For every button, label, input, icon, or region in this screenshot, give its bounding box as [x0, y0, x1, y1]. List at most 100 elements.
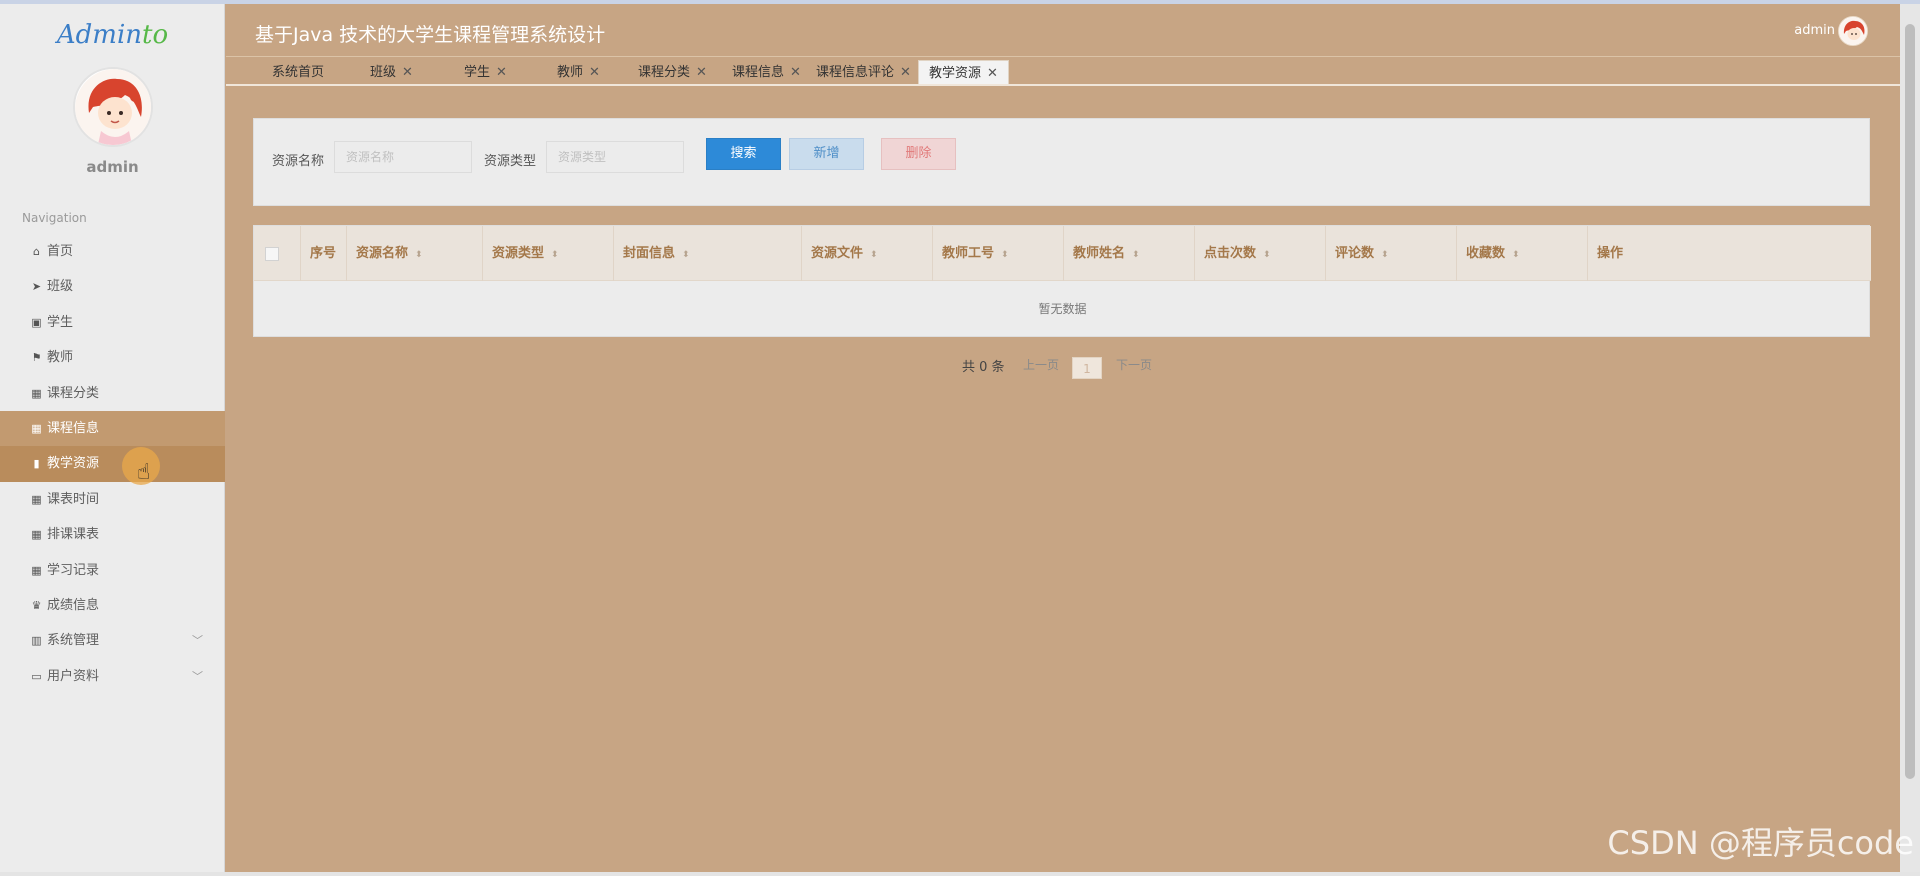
header-username[interactable]: admin	[1794, 23, 1835, 38]
next-page-button[interactable]: 下一页	[1116, 356, 1152, 373]
col-favorite-count[interactable]: 收藏数 ⬍	[1457, 226, 1588, 281]
avatar-illustration	[75, 69, 151, 145]
watermark: CSDN @程序员code	[1607, 824, 1914, 862]
app-logo[interactable]: Adminto	[0, 20, 225, 50]
tab-course-info[interactable]: 课程信息 ✕	[732, 60, 801, 86]
sidebar-item-course-category[interactable]: ▦ 课程分类	[0, 376, 225, 411]
tab-teaching-resources[interactable]: 教学资源 ✕	[918, 60, 1009, 86]
sidebar-item-schedule-time[interactable]: ▦ 课表时间	[0, 482, 225, 517]
close-icon[interactable]: ✕	[589, 65, 600, 80]
grid-icon: ▦	[31, 421, 42, 435]
window-bottom-border	[0, 872, 1920, 876]
tab-class[interactable]: 班级 ✕	[370, 60, 413, 86]
clipboard-icon: ▣	[31, 315, 42, 329]
sidebar: Adminto admin Navigation ⌂ 首页 ➤ 班级 ▣ 学生 ⚑ 教师…	[0, 4, 225, 876]
paper-plane-icon: ➤	[31, 280, 42, 294]
vertical-scrollbar[interactable]	[1900, 4, 1920, 876]
nav-section-title: Navigation	[22, 211, 87, 225]
chevron-down-icon: ﹀	[192, 634, 203, 648]
col-actions: 操作	[1597, 246, 1624, 261]
resource-name-input[interactable]	[334, 141, 472, 173]
trophy-icon: ♛	[31, 598, 42, 612]
delete-button[interactable]: 删除	[881, 138, 956, 170]
sidebar-item-label: 排课课表	[47, 527, 100, 543]
search-panel: 资源名称 资源类型 搜索 新增 删除	[253, 118, 1870, 206]
grid-icon: ▦	[31, 528, 42, 542]
grid-icon: ▦	[31, 492, 42, 506]
page-number-button[interactable]: 1	[1072, 357, 1102, 379]
add-button[interactable]: 新增	[789, 138, 864, 170]
sidebar-nav: ⌂ 首页 ➤ 班级 ▣ 学生 ⚑ 教师 ▦ 课程分类 ▦ 课程信息 ▮ 教学资源 ▦ 课表时间 …	[0, 234, 225, 694]
col-comment-count[interactable]: 评论数 ⬍	[1326, 226, 1457, 281]
pagination-total: 共 0 条	[962, 360, 1005, 375]
sidebar-item-label: 成绩信息	[47, 597, 100, 613]
sidebar-item-grades[interactable]: ♛ 成绩信息	[0, 588, 225, 623]
sidebar-item-label: 教学资源	[47, 456, 100, 472]
sidebar-item-label: 系统管理	[47, 633, 100, 649]
sort-icon[interactable]: ⬍	[1512, 250, 1520, 260]
col-teacher-name[interactable]: 教师姓名 ⬍	[1064, 226, 1195, 281]
search-button[interactable]: 搜索	[706, 138, 781, 170]
sidebar-item-study-records[interactable]: ▦ 学习记录	[0, 553, 225, 588]
resource-type-label: 资源类型	[484, 154, 537, 169]
bar-chart-icon: ▮	[33, 457, 40, 471]
sort-icon[interactable]: ⬍	[551, 250, 559, 260]
sort-icon[interactable]: ⬍	[1001, 250, 1009, 260]
home-icon: ⌂	[33, 245, 40, 258]
tab-home[interactable]: 系统首页	[272, 60, 324, 86]
col-teacher-id[interactable]: 教师工号 ⬍	[933, 226, 1064, 281]
sidebar-item-course-info[interactable]: ▦ 课程信息	[0, 410, 225, 447]
grid-icon: ▦	[31, 563, 42, 577]
tab-course-category[interactable]: 课程分类 ✕	[638, 60, 707, 86]
sort-icon[interactable]: ⬍	[1381, 250, 1389, 260]
col-resource-file[interactable]: 资源文件 ⬍	[802, 226, 933, 281]
sidebar-item-class[interactable]: ➤ 班级	[0, 269, 225, 304]
sidebar-item-teaching-resources[interactable]: ▮ 教学资源	[0, 446, 225, 482]
header-avatar[interactable]	[1838, 16, 1868, 46]
sidebar-item-user-profile[interactable]: ▭ 用户资料 ﹀	[0, 659, 225, 694]
tab-teacher[interactable]: 教师 ✕	[557, 60, 600, 86]
sidebar-item-label: 课程分类	[47, 385, 100, 401]
resource-type-input[interactable]	[546, 141, 684, 173]
sort-icon[interactable]: ⬍	[1263, 250, 1271, 260]
resource-name-label: 资源名称	[272, 154, 325, 169]
sidebar-item-timetable[interactable]: ▦ 排课课表	[0, 517, 225, 552]
page-title: 基于Java 技术的大学生课程管理系统设计	[255, 24, 606, 46]
sidebar-item-system-management[interactable]: ▥ 系统管理 ﹀	[0, 623, 225, 658]
sort-icon[interactable]: ⬍	[1132, 250, 1140, 260]
close-icon[interactable]: ✕	[402, 65, 413, 80]
avatar-illustration	[1839, 17, 1867, 45]
close-icon[interactable]: ✕	[987, 66, 998, 81]
resources-table: 序号 资源名称 ⬍ 资源类型 ⬍ 封面信息 ⬍ 资源文件 ⬍ 教师工号 ⬍ 教师姓名 ⬍ 点…	[253, 225, 1871, 337]
scrollbar-thumb[interactable]	[1905, 24, 1915, 779]
col-click-count[interactable]: 点击次数 ⬍	[1195, 226, 1326, 281]
sidebar-item-label: 班级	[47, 279, 74, 295]
select-all-checkbox[interactable]	[265, 247, 279, 261]
sidebar-item-student[interactable]: ▣ 学生	[0, 305, 225, 340]
sidebar-item-label: 用户资料	[47, 668, 100, 684]
sidebar-item-label: 首页	[47, 244, 74, 259]
tab-course-comments[interactable]: 课程信息评论 ✕	[816, 60, 911, 86]
sidebar-avatar[interactable]	[73, 67, 153, 147]
sidebar-item-teacher[interactable]: ⚑ 教师	[0, 340, 225, 375]
sort-icon[interactable]: ⬍	[682, 250, 690, 260]
sort-icon[interactable]: ⬍	[415, 250, 423, 260]
close-icon[interactable]: ✕	[900, 65, 911, 80]
col-cover-info[interactable]: 封面信息 ⬍	[614, 226, 802, 281]
hand-cursor-icon: ☝	[137, 460, 151, 485]
close-icon[interactable]: ✕	[496, 65, 507, 80]
sidebar-item-label: 教师	[47, 350, 74, 366]
sidebar-item-label: 课程信息	[47, 420, 100, 436]
id-card-icon: ▭	[31, 669, 42, 683]
select-all-cell	[254, 226, 301, 281]
sort-icon[interactable]: ⬍	[870, 250, 878, 260]
empty-state: 暂无数据	[1038, 302, 1087, 316]
tab-student[interactable]: 学生 ✕	[464, 60, 507, 86]
col-resource-type[interactable]: 资源类型 ⬍	[483, 226, 614, 281]
close-icon[interactable]: ✕	[790, 65, 801, 80]
col-resource-name[interactable]: 资源名称 ⬍	[347, 226, 483, 281]
sidebar-item-home[interactable]: ⌂ 首页	[0, 234, 225, 269]
close-icon[interactable]: ✕	[696, 65, 707, 80]
grid-icon: ▦	[31, 386, 42, 400]
prev-page-button[interactable]: 上一页	[1023, 356, 1059, 373]
